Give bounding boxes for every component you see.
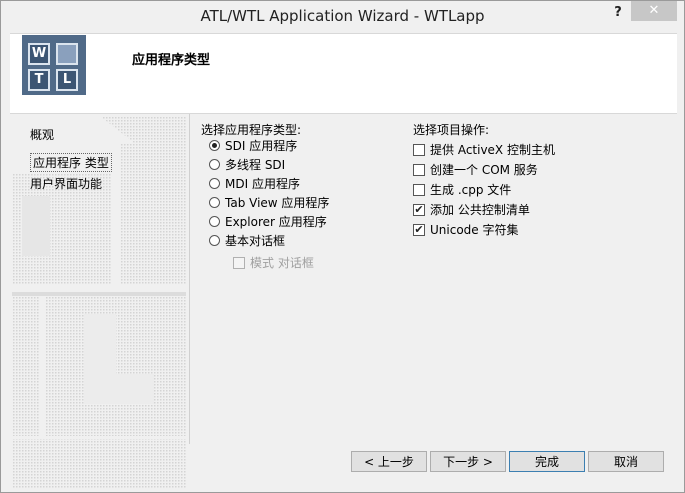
next-button[interactable]: 下一步 >	[430, 451, 506, 472]
checkbox-label: Unicode 字符集	[430, 223, 519, 237]
logo-cell-blank	[56, 43, 78, 65]
nav-item-overview[interactable]: 概观	[30, 126, 54, 143]
radio-button[interactable]	[209, 235, 220, 246]
nav-item-ui-features[interactable]: 用户界面功能	[30, 175, 102, 192]
radio-label: 多线程 SDI	[225, 158, 286, 172]
radio-button[interactable]	[209, 197, 220, 208]
checkbox[interactable]	[413, 163, 425, 176]
close-icon: ✕	[648, 3, 660, 18]
wizard-nav-pane: 概观 应用程序 类型 用户界面功能	[10, 114, 186, 492]
nav-item-app-type[interactable]: 应用程序 类型	[30, 153, 112, 172]
project-ops-heading: 选择项目操作:	[413, 123, 490, 137]
options-panel: 选择应用程序类型: SDI 应用程序 多线程 SDI MDI 应用程序 Tab …	[189, 114, 678, 444]
checkbox[interactable]: ✔	[413, 202, 425, 216]
radio-button[interactable]	[209, 178, 220, 189]
radio-label: SDI 应用程序	[225, 139, 298, 153]
prev-button[interactable]: < 上一步	[351, 451, 427, 472]
checkbox-unicode[interactable]: ✔ Unicode 字符集	[413, 221, 518, 238]
checkbox-label: 添加 公共控制清单	[430, 203, 530, 217]
radio-label: Tab View 应用程序	[225, 196, 330, 210]
wizard-header: W T L 应用程序类型	[10, 33, 677, 114]
title-bar: ATL/WTL Application Wizard - WTLapp ? ✕	[1, 1, 684, 33]
radio-label: 基本对话框	[225, 234, 286, 248]
radio-mdi[interactable]: MDI 应用程序	[209, 175, 300, 192]
checkbox[interactable]	[413, 183, 425, 196]
app-type-heading: 选择应用程序类型:	[201, 123, 302, 137]
wizard-window: ATL/WTL Application Wizard - WTLapp ? ✕ …	[0, 0, 685, 493]
checkbox-label: 创建一个 COM 服务	[430, 163, 538, 177]
checkbox-activex-host[interactable]: 提供 ActiveX 控制主机	[413, 141, 555, 158]
radio-label: MDI 应用程序	[225, 177, 300, 191]
radio-label: Explorer 应用程序	[225, 215, 327, 229]
checkbox-com-server[interactable]: 创建一个 COM 服务	[413, 161, 538, 178]
checkbox[interactable]	[413, 143, 425, 156]
checkbox-common-control-manifest[interactable]: ✔ 添加 公共控制清单	[413, 201, 530, 218]
help-button[interactable]: ?	[611, 5, 625, 20]
finish-button[interactable]: 完成	[509, 451, 585, 472]
radio-button[interactable]	[209, 159, 220, 170]
radio-button[interactable]	[209, 216, 220, 227]
window-title: ATL/WTL Application Wizard - WTLapp	[200, 7, 485, 25]
checkbox-cpp-files[interactable]: 生成 .cpp 文件	[413, 181, 511, 198]
radio-dialog[interactable]: 基本对话框	[209, 232, 285, 249]
page-title: 应用程序类型	[132, 53, 211, 68]
radio-explorer[interactable]: Explorer 应用程序	[209, 213, 327, 230]
radio-sdi[interactable]: SDI 应用程序	[209, 137, 297, 154]
cancel-button[interactable]: 取消	[588, 451, 664, 472]
logo-letter-l: L	[56, 69, 78, 91]
radio-multithreaded-sdi[interactable]: 多线程 SDI	[209, 156, 285, 173]
checkbox-label: 模式 对话框	[250, 256, 314, 270]
close-button[interactable]: ✕	[631, 1, 677, 21]
logo-letter-t: T	[28, 69, 50, 91]
checkbox[interactable]	[233, 256, 245, 269]
checkbox[interactable]: ✔	[413, 222, 425, 236]
logo-letter-w: W	[28, 43, 50, 65]
wtl-logo: W T L	[22, 35, 86, 95]
radio-tab-view[interactable]: Tab View 应用程序	[209, 194, 329, 211]
check-mark-icon: ✔	[414, 202, 424, 216]
checkbox-label: 提供 ActiveX 控制主机	[430, 143, 555, 157]
modal-dialog-checkbox[interactable]: 模式 对话框	[233, 254, 314, 271]
checkbox-label: 生成 .cpp 文件	[430, 183, 512, 197]
check-mark-icon: ✔	[414, 222, 424, 236]
radio-button[interactable]	[209, 140, 220, 151]
